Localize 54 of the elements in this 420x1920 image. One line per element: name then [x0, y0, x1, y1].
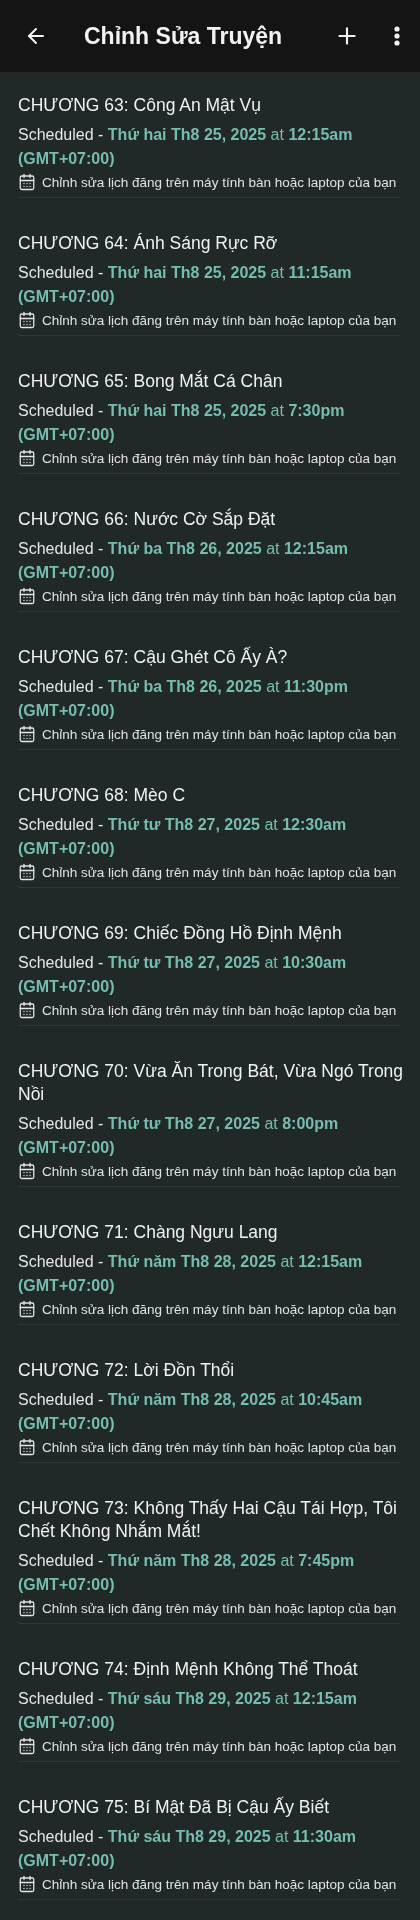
schedule-text: Scheduled - Thứ năm Th8 28, 2025 at 7:45pm (GMT+07:00) [18, 1551, 356, 1595]
calendar-icon [18, 173, 36, 191]
schedule-text: Scheduled - Thứ sáu Th8 29, 2025 at 11:30am (GMT+07:00) [18, 1827, 357, 1871]
calendar-icon [18, 449, 36, 467]
calendar-icon [18, 1438, 36, 1456]
schedule-note: Chỉnh sửa lịch đăng trên máy tính bàn hoặc laptop của bạn [42, 588, 397, 604]
calendar-icon [18, 1875, 36, 1893]
schedule-text: Scheduled - Thứ năm Th8 28, 2025 at 10:45am (GMT+07:00) [18, 1390, 364, 1434]
calendar-icon [18, 1737, 36, 1755]
schedule-note: Chỉnh sửa lịch đăng trên máy tính bàn hoặc laptop của bạn [42, 1301, 397, 1317]
schedule-note: Chỉnh sửa lịch đăng trên máy tính bàn hoặc laptop của bạn [42, 450, 397, 466]
chapter-title[interactable]: CHƯƠNG 75: Bí Mật Đã Bị Cậu Ấy Biết [18, 1796, 412, 1819]
calendar-icon [18, 863, 36, 881]
calendar-icon [18, 1599, 36, 1617]
calendar-icon [18, 725, 36, 743]
more-icon [394, 26, 400, 46]
schedule-note: Chỉnh sửa lịch đăng trên máy tính bàn hoặc laptop của bạn [42, 1876, 397, 1892]
chapter-title[interactable]: CHƯƠNG 72: Lời Đồn Thổi [18, 1359, 412, 1382]
schedule-text: Scheduled - Thứ hai Th8 25, 2025 at 12:15am (GMT+07:00) [18, 125, 354, 169]
chapter-title[interactable]: CHƯƠNG 74: Định Mệnh Không Thể Thoát [18, 1658, 412, 1681]
chapter-title[interactable]: CHƯƠNG 66: Nước Cờ Sắp Đặt [18, 508, 412, 531]
calendar-icon [18, 587, 36, 605]
schedule-note: Chỉnh sửa lịch đăng trên máy tính bàn hoặc laptop của bạn [42, 1163, 397, 1179]
chapter-title[interactable]: CHƯƠNG 64: Ánh Sáng Rực Rỡ [18, 232, 412, 255]
schedule-note: Chỉnh sửa lịch đăng trên máy tính bàn hoặc laptop của bạn [42, 174, 397, 190]
schedule-note: Chỉnh sửa lịch đăng trên máy tính bàn hoặc laptop của bạn [42, 1600, 397, 1616]
chapter-title[interactable]: CHƯƠNG 70: Vừa Ăn Trong Bát, Vừa Ngó Trong Nồi [18, 1060, 412, 1106]
calendar-icon [18, 1300, 36, 1318]
schedule-note: Chỉnh sửa lịch đăng trên máy tính bàn hoặc laptop của bạn [42, 312, 397, 328]
schedule-note: Chỉnh sửa lịch đăng trên máy tính bàn hoặc laptop của bạn [42, 864, 397, 880]
page-title: Chỉnh Sửa Truyện [84, 22, 284, 50]
schedule-note: Chỉnh sửa lịch đăng trên máy tính bàn hoặc laptop của bạn [42, 1002, 397, 1018]
schedule-text: Scheduled - Thứ tư Th8 27, 2025 at 8:00pm (GMT+07:00) [18, 1114, 340, 1158]
schedule-text: Scheduled - Thứ tư Th8 27, 2025 at 10:30am (GMT+07:00) [18, 953, 348, 997]
chapter-title[interactable]: CHƯƠNG 63: Công An Mật Vụ [18, 94, 412, 117]
schedule-note: Chỉnh sửa lịch đăng trên máy tính bàn hoặc laptop của bạn [42, 1738, 397, 1754]
calendar-icon [18, 311, 36, 329]
schedule-text: Scheduled - Thứ ba Th8 26, 2025 at 11:30pm (GMT+07:00) [18, 677, 349, 721]
schedule-text: Scheduled - Thứ năm Th8 28, 2025 at 12:15am (GMT+07:00) [18, 1252, 364, 1296]
schedule-text: Scheduled - Thứ sáu Th8 29, 2025 at 12:15am (GMT+07:00) [18, 1689, 358, 1733]
schedule-text: Scheduled - Thứ hai Th8 25, 2025 at 11:15am (GMT+07:00) [18, 263, 353, 307]
schedule-text: Scheduled - Thứ tư Th8 27, 2025 at 12:30am (GMT+07:00) [18, 815, 348, 859]
chapter-title[interactable]: CHƯƠNG 73: Không Thấy Hai Cậu Tái Hợp, Tôi Chết Không Nhắm Mắt! [18, 1497, 412, 1543]
schedule-note: Chỉnh sửa lịch đăng trên máy tính bàn hoặc laptop của bạn [42, 726, 397, 742]
chapter-title[interactable]: CHƯƠNG 68: Mèo C [18, 784, 412, 807]
calendar-icon [18, 1162, 36, 1180]
schedule-text: Scheduled - Thứ hai Th8 25, 2025 at 7:30pm (GMT+07:00) [18, 401, 346, 445]
schedule-note: Chỉnh sửa lịch đăng trên máy tính bàn hoặc laptop của bạn [42, 1439, 397, 1455]
chapter-title[interactable]: CHƯƠNG 69: Chiếc Đồng Hồ Định Mệnh [18, 922, 412, 945]
calendar-icon [18, 1001, 36, 1019]
schedule-text: Scheduled - Thứ ba Th8 26, 2025 at 12:15am (GMT+07:00) [18, 539, 349, 583]
chapter-title[interactable]: CHƯƠNG 71: Chàng Ngưu Lang [18, 1221, 412, 1244]
chapter-title[interactable]: CHƯƠNG 65: Bong Mắt Cá Chân [18, 370, 412, 393]
chapter-title[interactable]: CHƯƠNG 67: Cậu Ghét Cô Ấy À? [18, 646, 412, 669]
